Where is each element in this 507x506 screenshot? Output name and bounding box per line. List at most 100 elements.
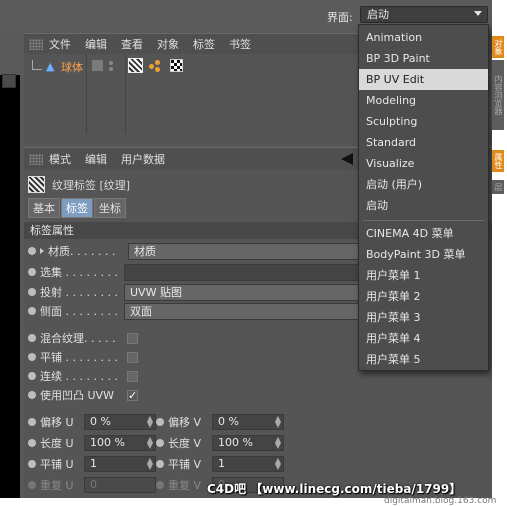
length-v-label: 长度 V xyxy=(168,437,202,450)
animate-radio[interactable] xyxy=(28,268,36,276)
menu-option-user-2[interactable]: 用户菜单 2 xyxy=(359,286,488,307)
tab-attributes[interactable]: 属性 xyxy=(492,150,504,172)
prop-label: 投射 . . . . . . . . xyxy=(40,286,118,299)
seamless-checkbox[interactable] xyxy=(127,370,138,382)
bump-uvw-checkbox[interactable]: ✓ xyxy=(127,389,138,401)
back-arrow-icon[interactable] xyxy=(341,153,353,165)
animate-radio[interactable] xyxy=(28,247,36,255)
projection-select[interactable]: UVW 贴图 xyxy=(124,283,362,301)
grip-icon[interactable] xyxy=(29,153,43,165)
prop-material: 材质. . . . . . . 材质 xyxy=(28,242,366,260)
offset-u-field[interactable]: 0 % ▲ ▼ xyxy=(84,414,156,430)
animate-radio[interactable] xyxy=(156,460,164,468)
prop-label: 混合纹理. . . . . xyxy=(40,332,116,345)
layout-option-standard[interactable]: Standard xyxy=(359,132,488,153)
menu-option-bodypaint[interactable]: BodyPaint 3D 菜单 xyxy=(359,244,488,265)
animate-radio[interactable] xyxy=(28,334,36,342)
menu-view[interactable]: 查看 xyxy=(121,36,143,52)
menu-edit[interactable]: 编辑 xyxy=(85,151,107,167)
uvw-tag-icon[interactable] xyxy=(170,59,183,72)
layout-option-startup[interactable]: 启动 xyxy=(359,195,488,216)
animate-radio[interactable] xyxy=(156,418,164,426)
menu-file[interactable]: 文件 xyxy=(49,36,71,52)
tab-objects[interactable]: 对象 xyxy=(492,36,504,58)
object-name[interactable]: 球体 xyxy=(61,59,83,75)
menu-user-data[interactable]: 用户数据 xyxy=(121,151,165,167)
animate-radio[interactable] xyxy=(156,439,164,447)
menu-objects[interactable]: 对象 xyxy=(157,36,179,52)
layout-option-animation[interactable]: Animation xyxy=(359,27,488,48)
tab-basic[interactable]: 基本 xyxy=(28,198,60,218)
menu-option-user-3[interactable]: 用户菜单 3 xyxy=(359,307,488,328)
animate-radio[interactable] xyxy=(28,288,36,296)
grip-icon[interactable] xyxy=(29,38,43,50)
prop-label: 平铺 . . . . . . . . xyxy=(40,351,118,364)
visibility-editor-icon[interactable] xyxy=(109,61,113,65)
animate-radio[interactable] xyxy=(28,372,36,380)
chevron-down-icon xyxy=(474,11,482,16)
tag-title: 纹理标签 [纹理] xyxy=(52,178,131,192)
animate-radio[interactable] xyxy=(28,391,36,399)
layout-option-bp-3d-paint[interactable]: BP 3D Paint xyxy=(359,48,488,69)
menu-tags[interactable]: 标签 xyxy=(193,36,215,52)
prop-selection: 选集 . . . . . . . . xyxy=(28,263,362,281)
animate-radio[interactable] xyxy=(28,439,36,447)
animate-radio[interactable] xyxy=(28,307,36,315)
animate-radio[interactable] xyxy=(28,460,36,468)
animate-radio[interactable] xyxy=(28,418,36,426)
watermark-text: C4D吧 【www.linecg.com/tieba/1799】 xyxy=(207,482,462,496)
column-divider xyxy=(125,54,126,134)
length-v-field[interactable]: 100 % ▲ ▼ xyxy=(212,435,284,451)
prop-bump-uvw: 使用凹凸 UVW ✓ xyxy=(28,386,138,404)
layout-option-modeling[interactable]: Modeling xyxy=(359,90,488,111)
layout-select[interactable]: 启动 xyxy=(360,6,488,23)
length-row: 长度 U 100 % ▲ ▼ 长度 V 100 % ▲ ▼ xyxy=(28,434,284,452)
offset-v-field[interactable]: 0 % ▲ ▼ xyxy=(212,414,284,430)
selection-field[interactable] xyxy=(124,263,362,281)
layout-option-bp-uv-edit[interactable]: BP UV Edit xyxy=(359,69,488,90)
texture-tag-icon xyxy=(28,176,45,193)
menu-option-user-4[interactable]: 用户菜单 4 xyxy=(359,328,488,349)
menu-mode[interactable]: 模式 xyxy=(49,151,71,167)
tab-content-browser[interactable]: 内容浏览器 xyxy=(492,60,504,130)
phong-tag-icon[interactable] xyxy=(149,60,161,72)
prop-label: 使用凹凸 UVW xyxy=(40,389,114,402)
tree-line-icon xyxy=(32,59,42,70)
layer-icon[interactable] xyxy=(92,60,103,71)
visibility-render-icon[interactable] xyxy=(109,67,113,71)
tab-tag[interactable]: 标签 xyxy=(61,198,93,218)
layout-select-value: 启动 xyxy=(367,8,389,21)
menu-divider xyxy=(363,220,484,221)
prop-label: 连续 . . . . . . . . xyxy=(40,370,118,383)
animate-radio xyxy=(28,481,36,489)
panel-toggle-button[interactable] xyxy=(2,74,16,88)
tab-layers[interactable]: 层 xyxy=(492,180,504,194)
tiles-u-label: 平铺 U xyxy=(40,458,74,471)
menu-option-cinema4d[interactable]: CINEMA 4D 菜单 xyxy=(359,223,488,244)
menu-option-user-5[interactable]: 用户菜单 5 xyxy=(359,349,488,370)
side-select[interactable]: 双面 xyxy=(124,302,362,320)
tiles-v-label: 平铺 V xyxy=(168,458,202,471)
prop-tile: 平铺 . . . . . . . . xyxy=(28,348,138,366)
tab-coord[interactable]: 坐标 xyxy=(94,198,126,218)
animate-radio[interactable] xyxy=(28,353,36,361)
tiles-u-field[interactable]: 1 ▲ ▼ xyxy=(84,456,156,472)
layout-option-startup-user[interactable]: 启动 (用户) xyxy=(359,174,488,195)
prop-label: 选集 . . . . . . . . xyxy=(40,266,118,279)
menu-option-user-1[interactable]: 用户菜单 1 xyxy=(359,265,488,286)
prop-seamless: 连续 . . . . . . . . xyxy=(28,367,138,385)
tile-checkbox[interactable] xyxy=(127,351,138,363)
layout-option-visualize[interactable]: Visualize xyxy=(359,153,488,174)
expand-triangle-icon[interactable] xyxy=(40,248,44,254)
mix-checkbox[interactable] xyxy=(127,332,138,344)
layout-option-sculpting[interactable]: Sculpting xyxy=(359,111,488,132)
material-field[interactable]: 材质 xyxy=(128,242,366,260)
menu-bookmarks[interactable]: 书签 xyxy=(229,36,251,52)
menu-edit[interactable]: 编辑 xyxy=(85,36,107,52)
prop-label: 侧面 . . . . . . . . xyxy=(40,305,118,318)
repeat-v-label: 重复 V xyxy=(168,479,202,492)
viewport-edge xyxy=(0,75,20,498)
length-u-field[interactable]: 100 % ▲ ▼ xyxy=(84,435,156,451)
tiles-v-field[interactable]: 1 ▲ ▼ xyxy=(212,456,284,472)
texture-tag-icon[interactable] xyxy=(128,58,143,73)
